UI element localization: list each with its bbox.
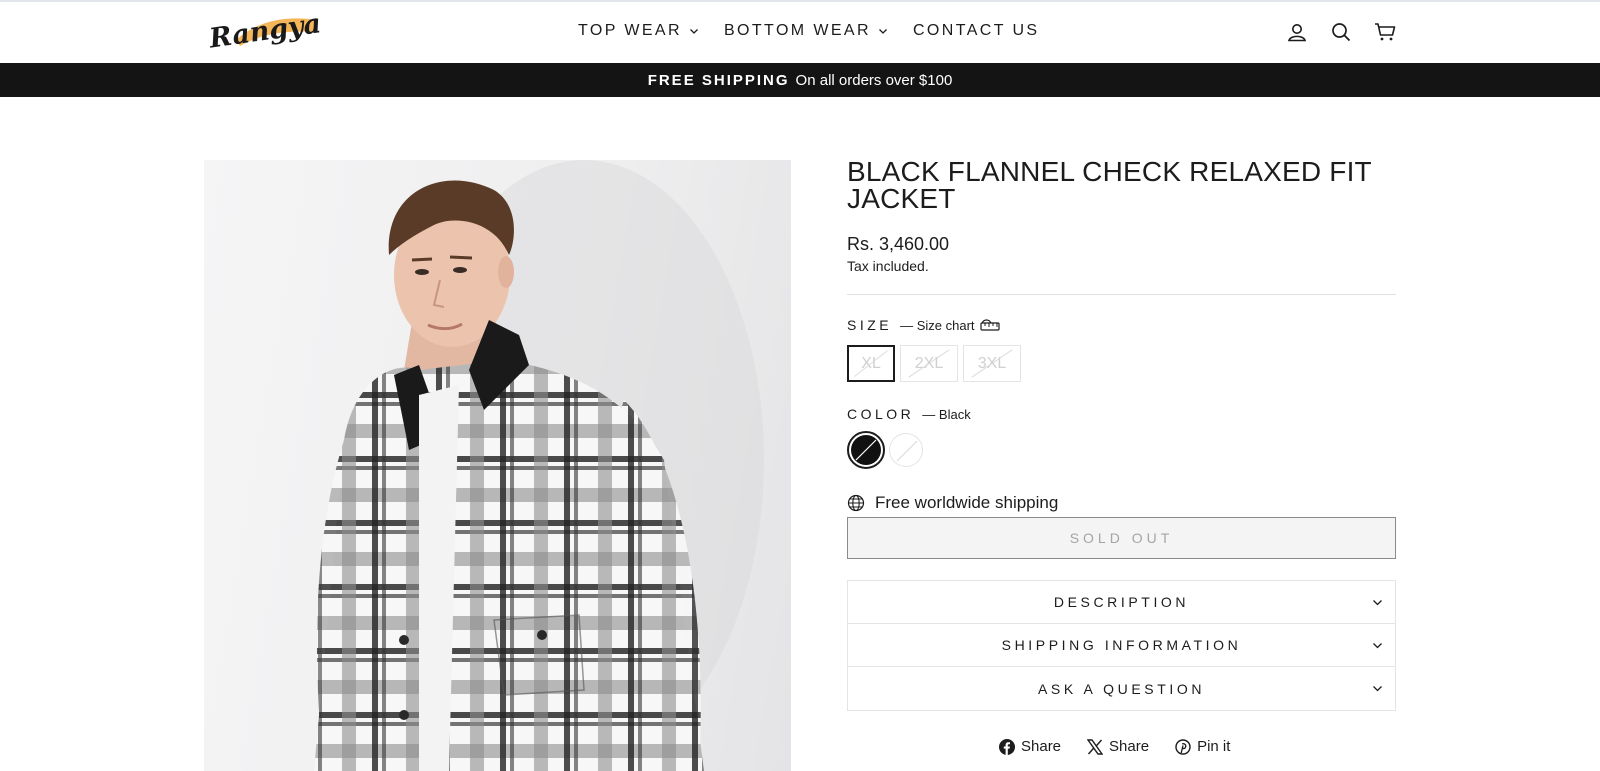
search-icon[interactable] bbox=[1330, 21, 1352, 43]
nav-top-wear-label: TOP WEAR bbox=[578, 22, 682, 39]
accordion-label: ASK A QUESTION bbox=[1037, 680, 1206, 697]
color-label: COLOR bbox=[847, 406, 915, 422]
unavailable-strike bbox=[971, 349, 1013, 378]
x-icon bbox=[1087, 738, 1104, 755]
size-chart-link[interactable]: — Size chart bbox=[900, 318, 974, 333]
size-selector: SIZE — Size chart XL 2XL 3XL bbox=[847, 317, 1396, 382]
tax-note: Tax included. bbox=[847, 258, 929, 274]
nav-bottom-wear-label: BOTTOM WEAR bbox=[723, 22, 871, 39]
chevron-down-icon bbox=[690, 29, 698, 34]
chevron-down-icon bbox=[879, 29, 887, 34]
shipping-note-row: Free worldwide shipping bbox=[847, 493, 1396, 513]
header-actions bbox=[1286, 21, 1396, 43]
size-option-3xl[interactable]: 3XL bbox=[963, 345, 1021, 382]
size-label: SIZE bbox=[847, 317, 893, 333]
cart-icon[interactable] bbox=[1374, 21, 1396, 43]
share-links: Share Share Pin it bbox=[999, 738, 1230, 755]
chevron-down-icon bbox=[1373, 600, 1382, 606]
facebook-icon bbox=[999, 738, 1015, 755]
logo-mark: Rangya bbox=[206, 8, 322, 54]
color-swatches bbox=[847, 431, 1396, 469]
sold-out-button[interactable]: SOLD OUT bbox=[847, 517, 1396, 559]
size-option-2xl[interactable]: 2XL bbox=[900, 345, 958, 382]
nav-contact-us[interactable]: CONTACT US bbox=[913, 22, 1040, 40]
accordion-description[interactable]: DESCRIPTION bbox=[848, 581, 1395, 624]
accordion-label: DESCRIPTION bbox=[1053, 594, 1190, 610]
globe-icon bbox=[847, 494, 865, 512]
color-swatch-white[interactable] bbox=[887, 431, 925, 469]
swatch-fill bbox=[889, 433, 923, 467]
size-options: XL 2XL 3XL bbox=[847, 345, 1396, 382]
product-image[interactable] bbox=[204, 160, 791, 771]
share-label: Share bbox=[1021, 738, 1062, 755]
share-label: Pin it bbox=[1197, 738, 1231, 755]
chevron-down-icon bbox=[1373, 686, 1382, 692]
brand-logo[interactable]: Rangya bbox=[206, 8, 322, 54]
product-info: BLACK FLANNEL CHECK RELAXED FIT JACKET R… bbox=[847, 158, 1396, 711]
share-facebook[interactable]: Share bbox=[999, 738, 1061, 755]
announcement-strong: FREE SHIPPING bbox=[647, 71, 790, 89]
announcement-bar: FREE SHIPPING On all orders over $100 bbox=[0, 63, 1600, 97]
color-swatch-black[interactable] bbox=[847, 431, 885, 469]
selected-color-name: — Black bbox=[922, 406, 971, 422]
product-photo bbox=[314, 160, 764, 771]
pinterest-icon bbox=[1175, 738, 1191, 755]
color-selector: COLOR — Black bbox=[847, 406, 1396, 469]
share-pinterest[interactable]: Pin it bbox=[1175, 738, 1230, 755]
nav-top-wear[interactable]: TOP WEAR bbox=[578, 22, 699, 40]
nav-bottom-wear[interactable]: BOTTOM WEAR bbox=[724, 22, 888, 40]
announcement-text: On all orders over $100 bbox=[795, 71, 953, 89]
site-header: Rangya TOP WEAR BOTTOM WEAR CONTACT US bbox=[0, 2, 1600, 63]
account-icon[interactable] bbox=[1286, 21, 1308, 43]
divider bbox=[847, 294, 1396, 295]
share-x[interactable]: Share bbox=[1087, 738, 1149, 755]
accordion-label: SHIPPING INFORMATION bbox=[1001, 637, 1242, 653]
accordion-ask-a-question[interactable]: ASK A QUESTION bbox=[848, 667, 1395, 710]
ruler-icon[interactable] bbox=[979, 318, 1000, 332]
size-label-row: SIZE — Size chart bbox=[847, 317, 1396, 333]
unavailable-strike bbox=[854, 350, 888, 377]
share-label: Share bbox=[1109, 738, 1150, 755]
color-label-row: COLOR — Black bbox=[847, 406, 1396, 422]
svg-text:Rangya: Rangya bbox=[206, 10, 321, 54]
size-option-xl[interactable]: XL bbox=[847, 345, 895, 382]
chevron-down-icon bbox=[1373, 643, 1382, 649]
swatch-fill bbox=[851, 435, 881, 465]
unavailable-strike bbox=[908, 349, 950, 378]
nav-contact-us-label: CONTACT US bbox=[912, 22, 1040, 39]
product-accordion: DESCRIPTION SHIPPING INFORMATION ASK A Q… bbox=[847, 580, 1396, 711]
product-price: Rs. 3,460.00 bbox=[847, 234, 950, 254]
shipping-note: Free worldwide shipping bbox=[875, 493, 1059, 512]
main-nav: TOP WEAR BOTTOM WEAR CONTACT US bbox=[578, 22, 1040, 40]
product-title: BLACK FLANNEL CHECK RELAXED FIT JACKET bbox=[847, 156, 1372, 214]
accordion-shipping-information[interactable]: SHIPPING INFORMATION bbox=[848, 624, 1395, 667]
